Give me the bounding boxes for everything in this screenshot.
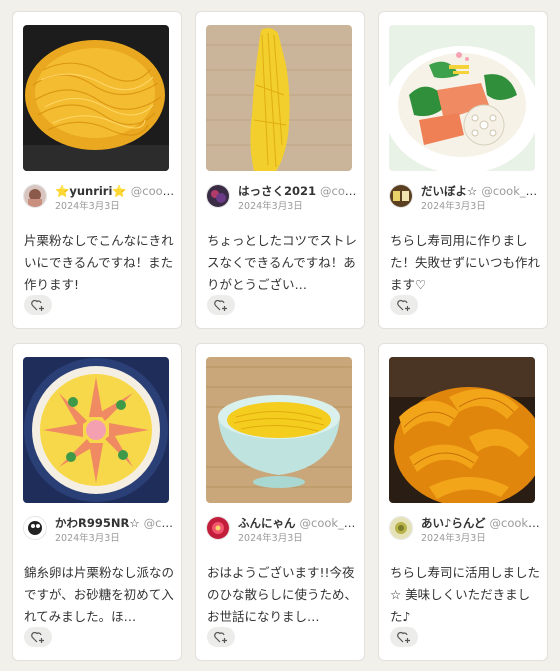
avatar[interactable] [206, 184, 230, 208]
user-handle: @co... [143, 516, 175, 530]
user-handle: @cook_... [130, 184, 175, 198]
user-name[interactable]: はっさく2021 [238, 184, 316, 198]
user-name[interactable]: ふんにゃん [238, 516, 296, 530]
like-button[interactable] [207, 295, 235, 315]
report-card[interactable]: だいぼよ☆ @cook_4... 2024年3月3日 ちらし寿司用に作りました！失… [378, 11, 548, 329]
report-card[interactable]: ふんにゃん @cook_4... 2024年3月3日 おはようございます!!今夜の… [195, 343, 365, 661]
report-comment[interactable]: 片栗粉なしでこんなにきれいにできるんですね！また作ります! [24, 230, 174, 296]
user-handle: @cook_4... [299, 516, 359, 530]
report-author[interactable]: だいぼよ☆ @cook_4... 2024年3月3日 [389, 182, 541, 218]
avatar[interactable] [389, 184, 413, 208]
report-card[interactable]: ⭐yunriri⭐@cook_... 2024年3月3日 片栗粉なしでこんなにき… [12, 11, 182, 329]
heart-plus-icon [31, 299, 44, 311]
report-author[interactable]: ⭐yunriri⭐@cook_... 2024年3月3日 [23, 182, 175, 218]
report-author[interactable]: かわR995NR☆@co... 2024年3月3日 [23, 514, 175, 550]
report-date: 2024年3月3日 [238, 533, 303, 544]
report-card[interactable]: はっさく2021 @coo... 2024年3月3日 ちょっとしたコツでストレスな… [195, 11, 365, 329]
report-author[interactable]: ふんにゃん @cook_4... 2024年3月3日 [206, 514, 358, 550]
report-date: 2024年3月3日 [238, 201, 303, 212]
user-name[interactable]: ⭐yunriri⭐ [55, 184, 127, 198]
user-handle: @cook_4... [481, 184, 541, 198]
report-comment[interactable]: ちょっとしたコツでストレスなくできるんですね！ありがとうござい… [207, 230, 357, 296]
report-comment[interactable]: おはようございます!!今夜のひな散らしに使うため、お世話になりまし… [207, 562, 357, 628]
avatar[interactable] [23, 516, 47, 540]
like-button[interactable] [390, 295, 418, 315]
report-card[interactable]: かわR995NR☆@co... 2024年3月3日 錦糸卵は片栗粉なし派なのです… [12, 343, 182, 661]
recipe-photo[interactable] [206, 357, 352, 503]
heart-plus-icon [214, 631, 227, 643]
like-button[interactable] [24, 627, 52, 647]
recipe-photo[interactable] [206, 25, 352, 171]
recipe-photo[interactable] [389, 357, 535, 503]
report-date: 2024年3月3日 [421, 533, 486, 544]
report-grid: ⭐yunriri⭐@cook_... 2024年3月3日 片栗粉なしでこんなにき… [0, 0, 560, 671]
avatar[interactable] [389, 516, 413, 540]
heart-plus-icon [31, 631, 44, 643]
recipe-photo[interactable] [23, 357, 169, 503]
recipe-photo[interactable] [23, 25, 169, 171]
user-name[interactable]: だいぼよ☆ [421, 184, 477, 198]
report-card[interactable]: あい♪らんど @cook_... 2024年3月3日 ちらし寿司に活用しました☆ … [378, 343, 548, 661]
report-comment[interactable]: ちらし寿司用に作りました！失敗せずにいつも作れます♡ [390, 230, 540, 296]
report-comment[interactable]: ちらし寿司に活用しました☆ 美味しくいただきました♪ [390, 562, 540, 628]
heart-plus-icon [397, 299, 410, 311]
recipe-photo[interactable] [389, 25, 535, 171]
heart-plus-icon [397, 631, 410, 643]
user-name[interactable]: あい♪らんど [421, 516, 486, 530]
user-handle: @cook_... [489, 516, 542, 530]
report-date: 2024年3月3日 [55, 201, 120, 212]
heart-plus-icon [214, 299, 227, 311]
avatar[interactable] [23, 184, 47, 208]
user-name[interactable]: かわR995NR☆ [55, 516, 140, 530]
like-button[interactable] [207, 627, 235, 647]
report-date: 2024年3月3日 [55, 533, 120, 544]
like-button[interactable] [24, 295, 52, 315]
report-author[interactable]: あい♪らんど @cook_... 2024年3月3日 [389, 514, 541, 550]
avatar[interactable] [206, 516, 230, 540]
report-author[interactable]: はっさく2021 @coo... 2024年3月3日 [206, 182, 358, 218]
report-date: 2024年3月3日 [421, 201, 486, 212]
user-handle: @coo... [320, 184, 358, 198]
report-comment[interactable]: 錦糸卵は片栗粉なし派なのですが、お砂糖を初めて入れてみました。ほ… [24, 562, 174, 628]
like-button[interactable] [390, 627, 418, 647]
